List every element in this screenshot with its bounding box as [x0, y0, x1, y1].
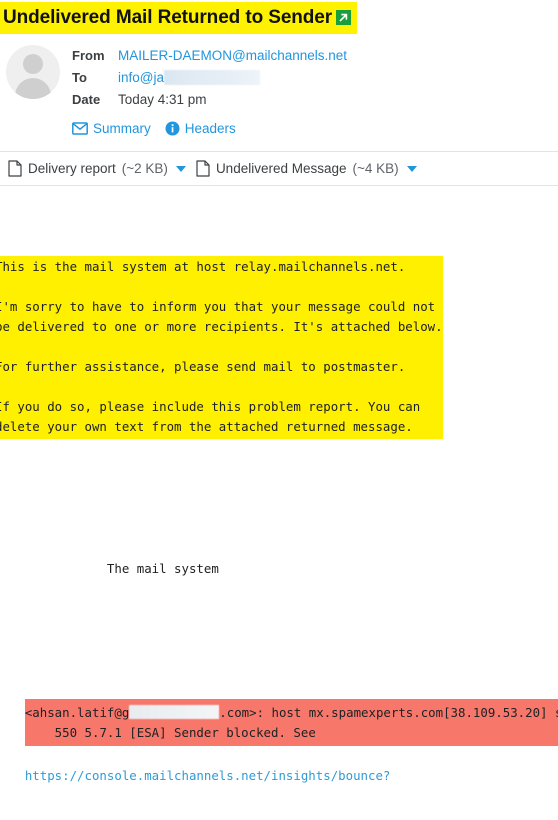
redacted-domain	[129, 705, 220, 719]
subject-row: Undelivered Mail Returned to Sender	[0, 0, 558, 38]
bounce-url-1: https://console.mailchannels.net/insight…	[0, 766, 558, 786]
avatar-head	[23, 54, 43, 74]
info-circle-icon	[165, 121, 180, 136]
notice-line: be delivered to one or more recipients. …	[0, 319, 443, 334]
header-field-date: Date Today 4:31 pm	[72, 88, 558, 110]
summary-label: Summary	[93, 120, 151, 136]
bounce-host: host mx.spamexperts.com[38.109.53.20] sa…	[271, 705, 558, 720]
avatar-body	[15, 78, 51, 99]
header-field-to: To info@ja	[72, 66, 558, 88]
meta-fields: From MAILER-DAEMON@mailchannels.net To i…	[72, 42, 558, 141]
subject-text: Undelivered Mail Returned to Sender	[3, 7, 333, 28]
notice-line: I'm sorry to have to inform you that you…	[0, 299, 436, 314]
header-value-from[interactable]: MAILER-DAEMON@mailchannels.net	[118, 48, 347, 63]
attachment-delivery-report[interactable]: Delivery report (~2 KB)	[8, 160, 186, 177]
bounce-entry-highlighted: <ahsan.latif@g .com>: host mx.spamexperts…	[24, 699, 558, 746]
message-header: From MAILER-DAEMON@mailchannels.net To i…	[0, 38, 558, 141]
header-value-date: Today 4:31 pm	[118, 91, 207, 107]
notice-block: This is the mail system at host relay.ma…	[0, 256, 558, 439]
document-icon	[8, 160, 22, 177]
mail-system-signature: The mail system	[0, 561, 219, 576]
header-label-from: From	[72, 47, 105, 63]
bounce-recipient-suffix: .com>:	[219, 705, 265, 720]
summary-link[interactable]: Summary	[72, 121, 151, 136]
attachment-name: Undelivered Message	[215, 161, 347, 176]
header-label-date: Date	[72, 91, 101, 107]
chevron-down-icon[interactable]	[406, 165, 417, 172]
page-title: Undelivered Mail Returned to Sender	[0, 2, 358, 34]
attachment-bar: Delivery report (~2 KB) Undelivered Mess…	[0, 151, 558, 186]
chevron-down-icon[interactable]	[175, 165, 186, 172]
bounce-status: 550 5.7.1 [ESA] Sender blocked. See	[24, 725, 316, 740]
envelope-icon	[72, 121, 88, 135]
notice-line: This is the mail system at host relay.ma…	[0, 259, 406, 274]
notice-line: If you do so, please include this proble…	[0, 399, 421, 414]
message-body-scroll[interactable]: This is the mail system at host relay.ma…	[0, 196, 558, 816]
message-body: This is the mail system at host relay.ma…	[0, 196, 558, 816]
header-actions: Summary Headers	[72, 115, 558, 141]
bounce-recipient: <ahsan.latif@g	[24, 705, 130, 720]
headers-link[interactable]: Headers	[165, 121, 236, 136]
redacted-recipient	[163, 69, 260, 85]
external-link-icon[interactable]	[336, 10, 352, 25]
attachment-size: (~2 KB)	[121, 161, 168, 176]
headers-label: Headers	[184, 120, 236, 136]
avatar	[6, 45, 60, 99]
attachment-size: (~4 KB)	[352, 161, 399, 176]
bounce-url[interactable]: https://console.mailchannels.net/insight…	[0, 768, 391, 783]
document-icon	[196, 160, 210, 177]
attachment-name: Delivery report	[28, 161, 116, 176]
notice-highlight: This is the mail system at host relay.ma…	[0, 256, 443, 439]
notice-line: For further assistance, please send mail…	[0, 359, 406, 374]
header-value-to[interactable]: info@ja	[118, 70, 164, 85]
header-label-to: To	[72, 69, 87, 85]
attachment-undelivered-message[interactable]: Undelivered Message (~4 KB)	[196, 160, 417, 177]
header-field-from: From MAILER-DAEMON@mailchannels.net	[72, 44, 558, 66]
notice-line: delete your own text from the attached r…	[0, 419, 413, 434]
